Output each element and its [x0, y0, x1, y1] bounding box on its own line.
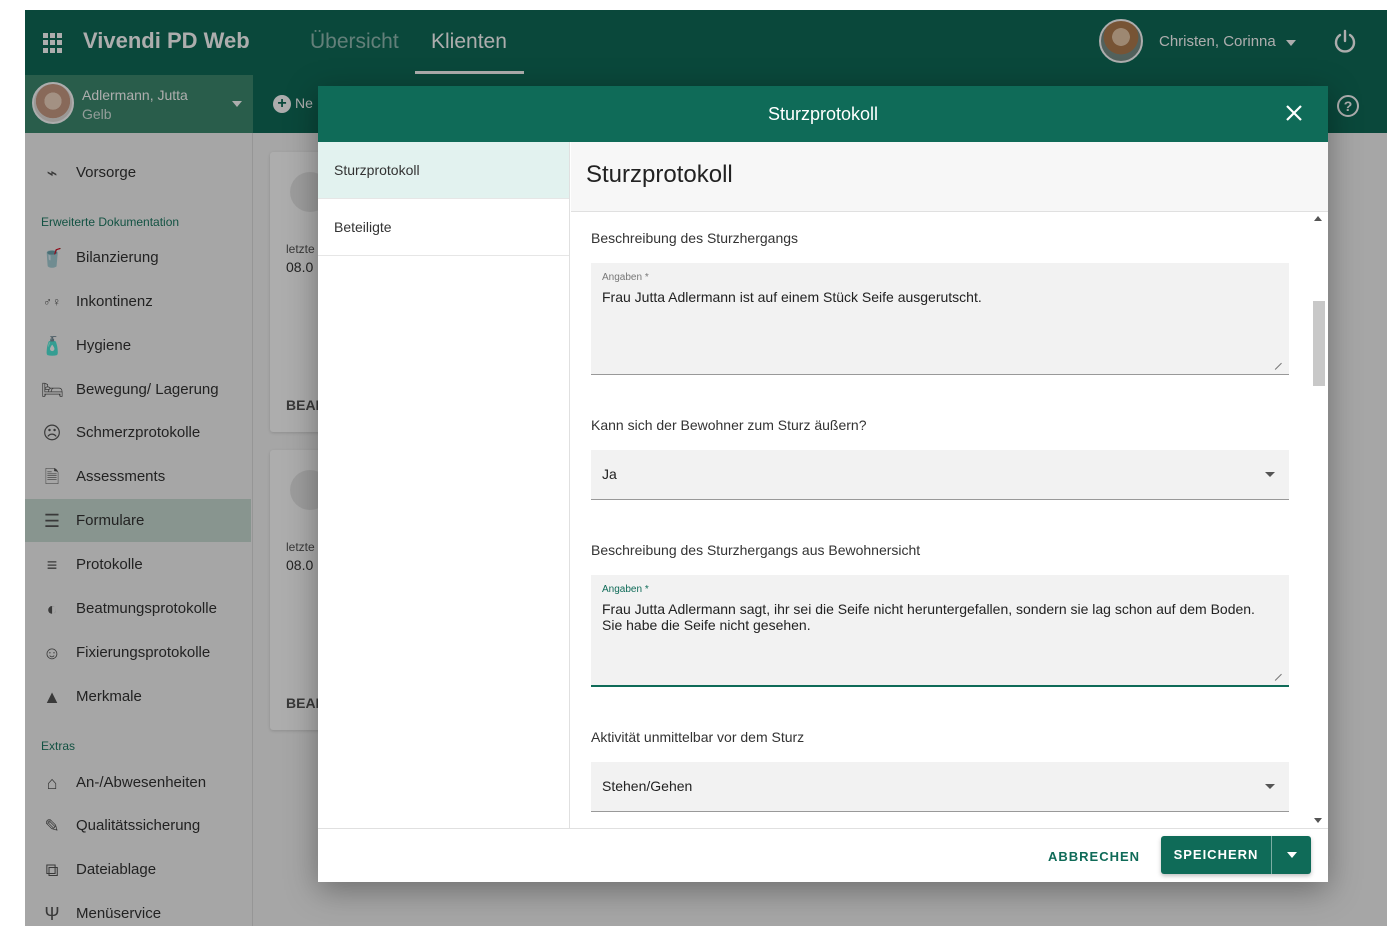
dialog-title: Sturzprotokoll — [767, 104, 879, 124]
form-scroll-area[interactable]: Beschreibung des Sturzhergangs Angaben *… — [571, 212, 1328, 828]
save-button[interactable]: SPEICHERN — [1161, 836, 1271, 874]
field-label: Aktivität unmittelbar vor dem Sturz — [591, 729, 805, 745]
textarea-value: Frau Jutta Adlermann ist auf einem Stück… — [602, 289, 982, 305]
field-label: Beschreibung des Sturzhergangs — [591, 230, 799, 246]
textarea-value: Frau Jutta Adlermann sagt, ihr sei die S… — [602, 601, 1255, 633]
scroll-down-arrow-icon[interactable] — [1314, 818, 1322, 823]
aeussern-select[interactable]: Ja — [591, 450, 1289, 500]
cancel-button[interactable]: ABBRECHEN — [1036, 842, 1152, 872]
field-label: Kann sich der Bewohner zum Sturz äußern? — [591, 417, 867, 433]
save-options-chevron-down-icon[interactable] — [1287, 852, 1297, 858]
textarea-floating-label: Angaben * — [602, 272, 649, 283]
dialog-nav-sturzprotokoll[interactable]: Sturzprotokoll — [318, 142, 569, 199]
dialog-footer: ABBRECHEN SPEICHERN — [318, 828, 1328, 882]
dialog-nav-label: Sturzprotokoll — [334, 162, 420, 178]
content-title: Sturzprotokoll — [586, 161, 733, 188]
content-header: Sturzprotokoll — [571, 142, 1328, 212]
field-label: Beschreibung des Sturzhergangs aus Bewoh… — [591, 542, 921, 558]
select-value: Ja — [602, 466, 617, 482]
app-window: Vivendi PD Web Übersicht Klienten Christ… — [25, 10, 1387, 926]
bewohnersicht-textarea[interactable]: Angaben * Frau Jutta Adlermann sagt, ihr… — [591, 575, 1289, 687]
dialog-nav: Sturzprotokoll Beteiligte — [318, 142, 570, 828]
scroll-up-arrow-icon[interactable] — [1314, 216, 1322, 221]
resize-handle-icon[interactable] — [1269, 668, 1282, 681]
dialog-nav-label: Beteiligte — [334, 219, 392, 235]
sturzhergang-textarea[interactable]: Angaben * Frau Jutta Adlermann ist auf e… — [591, 263, 1289, 375]
scroll-thumb[interactable] — [1313, 301, 1325, 386]
dropdown-arrow-icon — [1265, 784, 1275, 789]
resize-handle-icon[interactable] — [1269, 357, 1282, 370]
split-divider — [1271, 836, 1272, 874]
sturzprotokoll-dialog: Sturzprotokoll Sturzprotokoll Beteiligte… — [318, 86, 1328, 882]
dialog-nav-beteiligte[interactable]: Beteiligte — [318, 199, 569, 256]
close-icon[interactable] — [1284, 103, 1304, 123]
aktivitaet-select[interactable]: Stehen/Gehen — [591, 762, 1289, 812]
textarea-floating-label: Angaben * — [602, 584, 649, 595]
select-value: Stehen/Gehen — [602, 778, 693, 794]
save-split-button[interactable]: SPEICHERN — [1161, 836, 1311, 874]
scrollbar[interactable] — [1311, 216, 1325, 826]
dropdown-arrow-icon — [1265, 472, 1275, 477]
dialog-header: Sturzprotokoll — [318, 86, 1328, 142]
